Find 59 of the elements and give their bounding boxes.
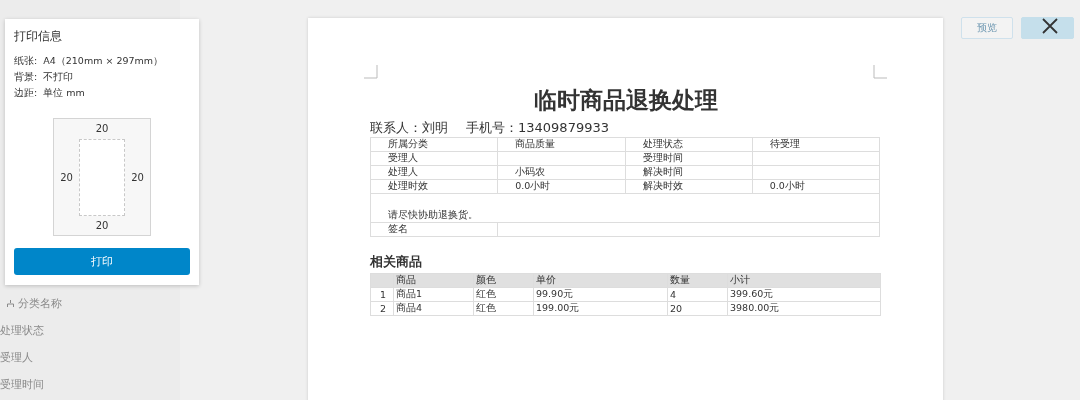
form-label: 处理状态 [0, 323, 45, 338]
table-cell: 红色 [473, 301, 534, 316]
table-cell: 3980.00元 [727, 301, 881, 316]
crop-mark-icon [873, 65, 887, 79]
print-button[interactable]: 打印 [14, 248, 190, 275]
table-cell: 小码农 [497, 165, 625, 180]
table-cell: 解决时效 [625, 179, 753, 194]
table-cell: 受理时间 [625, 151, 753, 166]
table-cell: 199.00元 [533, 301, 668, 316]
form-label: 分类名称 [0, 296, 180, 311]
info-label: 纸张: [14, 54, 38, 68]
column-header: 颜色 [473, 273, 534, 288]
form-label: 受理人 [0, 350, 34, 365]
column-header: 数量 [667, 273, 728, 288]
margin-value: 20 [59, 170, 74, 185]
column-header: 单价 [533, 273, 668, 288]
close-icon[interactable] [1041, 17, 1059, 35]
document-title: 临时商品退换处理 [532, 86, 719, 115]
table-cell: 1 [370, 287, 394, 302]
crop-mark-icon [364, 65, 378, 79]
hierarchy-icon [6, 299, 15, 308]
phone-text: 手机号：13409879933 [466, 119, 609, 137]
table-cell: 商品质量 [497, 137, 625, 152]
column-header: 小计 [727, 273, 881, 288]
table-cell: 2 [370, 301, 394, 316]
table-cell: 处理人 [370, 165, 498, 180]
table-cell: 商品1 [393, 287, 474, 302]
table-cell: 签名 [370, 222, 498, 237]
info-value: A4（210mm × 297mm） [43, 54, 164, 68]
column-header: 商品 [393, 273, 474, 288]
form-label: 受理时间 [0, 377, 45, 392]
table-cell: 解决时间 [625, 165, 753, 180]
table-cell: 0.0小时 [752, 179, 880, 194]
preview-button[interactable]: 预览 [961, 17, 1013, 39]
margin-value: 20 [130, 170, 145, 185]
info-value: 不打印 [43, 70, 74, 84]
save-button[interactable] [1021, 17, 1074, 39]
panel-title: 打印信息 [14, 29, 63, 44]
column-header [370, 273, 394, 288]
table-cell: 所属分类 [370, 137, 498, 152]
info-value: 单位 mm [43, 86, 85, 100]
remark-cell: 请尽快协助退换货。 [370, 193, 880, 223]
contact-text: 联系人：刘明 [370, 119, 448, 137]
margin-value: 20 [94, 219, 110, 234]
table-cell: 处理时效 [370, 179, 498, 194]
info-label: 背景: [14, 70, 38, 84]
table-cell: 待受理 [752, 137, 880, 152]
table-cell: 处理状态 [625, 137, 753, 152]
info-label: 边距: [14, 86, 38, 100]
table-cell: 红色 [473, 287, 534, 302]
table-cell: 20 [667, 301, 728, 316]
table-cell: 商品4 [393, 301, 474, 316]
table-cell: 99.90元 [533, 287, 668, 302]
margin-value: 20 [94, 122, 110, 137]
table-cell: 受理人 [370, 151, 498, 166]
section-title: 相关商品 [370, 254, 423, 271]
table-cell: 399.60元 [727, 287, 881, 302]
table-cell: 0.0小时 [497, 179, 625, 194]
table-cell: 4 [667, 287, 728, 302]
